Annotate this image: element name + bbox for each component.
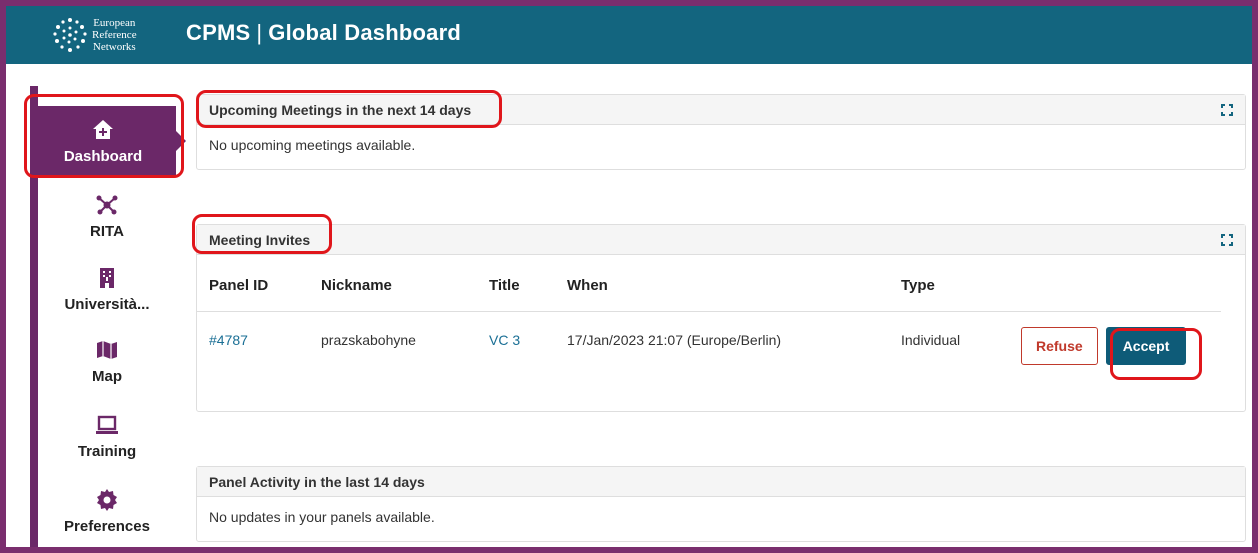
map-icon (95, 338, 119, 362)
table-row: #4787 prazskabohyne VC 3 17/Jan/2023 21:… (197, 311, 1221, 369)
refuse-button[interactable]: Refuse (1021, 327, 1098, 366)
when-cell: 17/Jan/2023 21:07 (Europe/Berlin) (567, 332, 782, 349)
upcoming-meetings-empty: No upcoming meetings available. (209, 137, 416, 153)
actions-cell: Refuse Accept (1009, 311, 1221, 369)
panel-activity-empty: No updates in your panels available. (209, 509, 435, 525)
sidebar-item-training[interactable]: Training (38, 401, 176, 471)
sidebar: Dashboard RITA Università... Map Trainin (20, 86, 186, 547)
title-separator: | (256, 20, 263, 45)
col-type: Type (889, 261, 1009, 312)
col-nickname: Nickname (309, 261, 477, 312)
app-name: CPMS (186, 20, 251, 45)
sidebar-item-universita[interactable]: Università... (38, 254, 176, 324)
sidebar-item-map[interactable]: Map (38, 326, 176, 396)
col-title: Title (477, 261, 555, 312)
building-icon (95, 266, 119, 290)
logo-line: Networks (92, 41, 136, 53)
sidebar-item-label: Dashboard (63, 147, 143, 165)
invites-table: Panel ID Nickname Title When Type #4787 … (197, 261, 1221, 369)
upcoming-meetings-card: Upcoming Meetings in the next 14 days No… (196, 94, 1246, 170)
table-header-row: Panel ID Nickname Title When Type (197, 261, 1221, 312)
col-panel-id: Panel ID (197, 261, 309, 312)
col-when: When (555, 261, 889, 312)
home-icon (91, 118, 115, 142)
sidebar-item-label: Università... (64, 295, 150, 313)
gear-icon (95, 488, 119, 512)
panel-activity-title: Panel Activity in the last 14 days (209, 473, 425, 490)
panel-activity-body: No updates in your panels available. (197, 497, 1245, 537)
ern-logo[interactable]: European Reference Networks (50, 14, 180, 56)
sidebar-item-preferences[interactable]: Preferences (38, 476, 176, 546)
type-cell: Individual (901, 332, 961, 349)
meeting-invites-header: Meeting Invites (197, 225, 1245, 255)
page-name: Global Dashboard (268, 20, 461, 45)
sidebar-item-label: Map (92, 367, 122, 385)
title-link[interactable]: VC 3 (489, 332, 520, 348)
expand-icon[interactable] (1221, 103, 1233, 116)
logo-text: European Reference Networks (92, 17, 137, 53)
panel-id-link[interactable]: #4787 (209, 332, 248, 348)
upcoming-meetings-header: Upcoming Meetings in the next 14 days (197, 95, 1245, 125)
app-frame: European Reference Networks CPMS | Global … (6, 6, 1252, 547)
upcoming-meetings-title: Upcoming Meetings in the next 14 days (209, 101, 472, 118)
logo-line: European (93, 17, 136, 29)
meeting-invites-title: Meeting Invites (209, 231, 311, 248)
meeting-invites-card: Meeting Invites Panel ID Nickname Title … (196, 224, 1246, 412)
panel-activity-header: Panel Activity in the last 14 days (197, 467, 1245, 497)
col-actions (1009, 261, 1221, 312)
upcoming-meetings-body: No upcoming meetings available. (197, 125, 1245, 165)
sidebar-item-label: RITA (90, 222, 124, 240)
page-title: CPMS | Global Dashboard (186, 20, 461, 46)
panel-activity-card: Panel Activity in the last 14 days No up… (196, 466, 1246, 542)
ern-dots-icon (53, 18, 87, 52)
expand-icon[interactable] (1221, 233, 1233, 246)
sidebar-item-label: Training (77, 442, 137, 460)
logo-line: Reference (92, 29, 137, 41)
sidebar-item-label: Preferences (64, 517, 150, 535)
nickname-cell: prazskabohyne (321, 332, 416, 349)
accept-button[interactable]: Accept (1105, 327, 1187, 366)
network-icon (95, 193, 119, 217)
sidebar-item-rita[interactable]: RITA (38, 181, 176, 251)
top-bar: European Reference Networks CPMS | Global … (6, 6, 1252, 64)
laptop-icon (95, 413, 119, 437)
sidebar-item-dashboard[interactable]: Dashboard (30, 106, 186, 176)
